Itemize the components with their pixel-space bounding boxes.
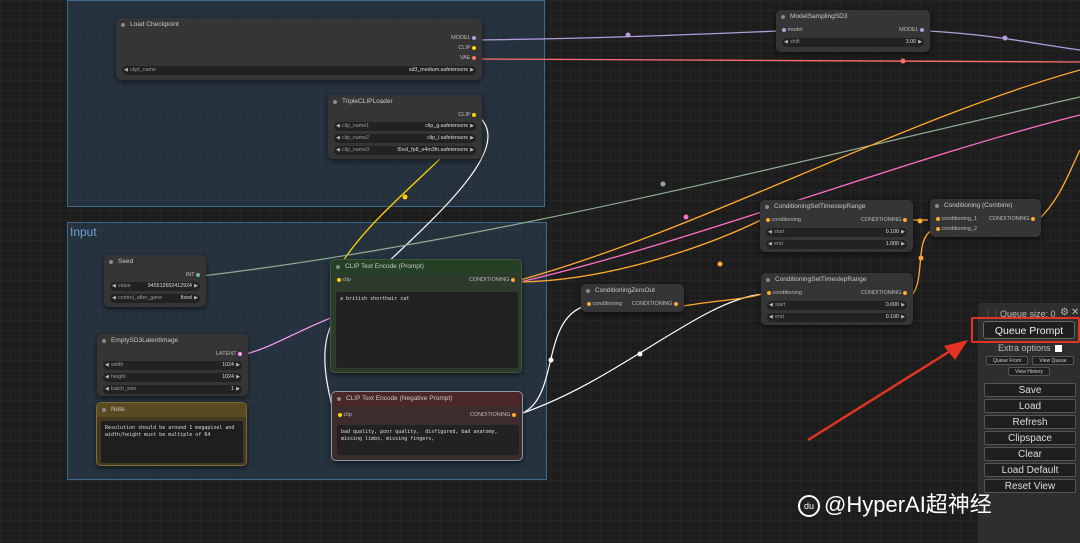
node-note[interactable]: Note Resolution should be around 1 megap…	[96, 402, 247, 466]
watermark: du @HyperAI超神经	[798, 487, 992, 519]
width-widget[interactable]: width1024	[103, 361, 242, 370]
output-conditioning[interactable]: CONDITIONING	[632, 300, 678, 309]
view-queue-button[interactable]: View Queue	[1032, 356, 1074, 365]
output-conditioning[interactable]: CONDITIONING	[861, 216, 907, 225]
input-conditioning[interactable]: conditioning	[766, 216, 801, 225]
node-clip-text-encode-prompt[interactable]: CLIP Text Encode (Prompt) clip CONDITION…	[330, 259, 522, 373]
output-latent[interactable]: LATENT	[216, 350, 242, 359]
note-textarea[interactable]: Resolution should be around 1 megapixel …	[101, 421, 243, 463]
input-clip[interactable]: clip	[337, 276, 351, 285]
wire-vae	[477, 58, 1080, 63]
end-widget[interactable]: end1.000	[766, 240, 907, 249]
input-conditioning[interactable]: conditioning	[587, 300, 622, 309]
node-title: CLIP Text Encode (Prompt)	[331, 260, 521, 274]
node-title: Load Checkpoint	[116, 18, 482, 32]
save-button[interactable]: Save	[984, 383, 1076, 397]
node-title: ModelSamplingSD3	[776, 10, 930, 24]
extra-options-label: Extra options	[998, 343, 1051, 353]
negative-prompt-textarea[interactable]: bad quality, poor quality, disfigured, b…	[337, 425, 519, 455]
node-conditioning-zero-out[interactable]: ConditioningZeroOut conditioning CONDITI…	[581, 284, 684, 312]
output-conditioning[interactable]: CONDITIONING	[989, 215, 1035, 224]
watermark-text: @HyperAI超神经	[824, 492, 992, 517]
annotation-arrowhead	[944, 340, 968, 360]
node-title: Seed	[104, 255, 206, 269]
ckpt-name-widget[interactable]: ckpt_namesd3_medium.safetensors	[122, 66, 476, 75]
node-canvas[interactable]: Input Load Checkpoint MODEL CLIP VAE ◀ c…	[0, 0, 1080, 543]
input-conditioning-1[interactable]: conditioning_1	[936, 215, 977, 224]
start-widget[interactable]: start0.000	[767, 301, 907, 310]
output-model[interactable]: MODEL	[451, 34, 476, 43]
input-conditioning[interactable]: conditioning	[767, 289, 802, 298]
clip-name3-widget[interactable]: clip_name3t5xxl_fp8_e4m3fn.safetensors	[334, 146, 476, 155]
load-button[interactable]: Load	[984, 399, 1076, 413]
node-load-checkpoint[interactable]: Load Checkpoint MODEL CLIP VAE ckpt_name…	[116, 18, 482, 80]
start-widget[interactable]: start0.100	[766, 228, 907, 237]
queue-front-button[interactable]: Queue Front	[986, 356, 1028, 365]
input-model[interactable]: model	[782, 26, 803, 35]
clipspace-button[interactable]: Clipspace	[984, 431, 1076, 445]
output-vae[interactable]: VAE	[460, 54, 476, 63]
prompt-textarea[interactable]: a british shorthair cat	[336, 292, 518, 368]
clip-name2-widget[interactable]: clip_name2clip_l.safetensors	[334, 134, 476, 143]
node-conditioning-set-timestep-range-1[interactable]: ConditioningSetTimestepRange conditionin…	[760, 200, 913, 252]
output-clip[interactable]: CLIP	[458, 44, 476, 53]
node-triple-clip-loader[interactable]: TripleCLIPLoader CLIP clip_name1clip_g.s…	[328, 95, 482, 159]
node-title: ConditioningSetTimestepRange	[761, 273, 913, 287]
output-clip[interactable]: CLIP	[458, 111, 476, 120]
input-clip[interactable]: clip	[338, 411, 352, 420]
input-conditioning-2[interactable]: conditioning_2	[936, 225, 977, 234]
extra-options-checkbox[interactable]	[1055, 345, 1063, 353]
load-default-button[interactable]: Load Default	[984, 463, 1076, 477]
node-empty-sd3-latent-image[interactable]: EmptySD3LatentImage LATENT width1024 hei…	[97, 334, 248, 396]
extra-options-row: Extra options	[998, 343, 1063, 353]
node-seed[interactable]: Seed INT value945512652412924 control_af…	[104, 255, 206, 307]
node-conditioning-combine[interactable]: Conditioning (Combine) conditioning_1 CO…	[930, 199, 1041, 237]
height-widget[interactable]: height1024	[103, 373, 242, 382]
control-after-generate-widget[interactable]: control_after_genefixed	[110, 294, 200, 303]
clear-button[interactable]: Clear	[984, 447, 1076, 461]
node-title: CLIP Text Encode (Negative Prompt)	[332, 392, 522, 406]
node-title: EmptySD3LatentImage	[97, 334, 248, 348]
node-title: Conditioning (Combine)	[930, 199, 1041, 213]
wire-model-out	[927, 30, 1080, 51]
annotation-arrow	[807, 346, 956, 442]
wire-cond-combine2	[911, 230, 932, 296]
output-conditioning[interactable]: CONDITIONING	[861, 289, 907, 298]
node-title: TripleCLIPLoader	[328, 95, 482, 109]
view-history-button[interactable]: View History	[1008, 367, 1050, 376]
queue-prompt-highlight	[971, 317, 1080, 343]
end-widget[interactable]: end0.100	[767, 313, 907, 322]
clip-name1-widget[interactable]: clip_name1clip_g.safetensors	[334, 122, 476, 131]
output-int[interactable]: INT	[186, 271, 200, 280]
baidu-paw-icon: du	[798, 495, 820, 518]
node-clip-text-encode-negative[interactable]: CLIP Text Encode (Negative Prompt) clip …	[331, 391, 523, 461]
output-conditioning[interactable]: CONDITIONING	[469, 276, 515, 285]
output-model[interactable]: MODEL	[899, 26, 924, 35]
node-title: ConditioningZeroOut	[581, 284, 684, 298]
node-title: ConditioningSetTimestepRange	[760, 200, 913, 214]
batch-size-widget[interactable]: batch_size1	[103, 385, 242, 394]
reset-view-button[interactable]: Reset View	[984, 479, 1076, 493]
seed-value-widget[interactable]: value945512652412924	[110, 282, 200, 291]
output-conditioning[interactable]: CONDITIONING	[470, 411, 516, 420]
wire-cond-out	[1037, 149, 1080, 221]
node-conditioning-set-timestep-range-2[interactable]: ConditioningSetTimestepRange conditionin…	[761, 273, 913, 325]
refresh-button[interactable]: Refresh	[984, 415, 1076, 429]
node-model-sampling-sd3[interactable]: ModelSamplingSD3 model MODEL shift3.00	[776, 10, 930, 52]
node-title: Note	[97, 403, 246, 417]
shift-widget[interactable]: shift3.00	[782, 38, 924, 47]
